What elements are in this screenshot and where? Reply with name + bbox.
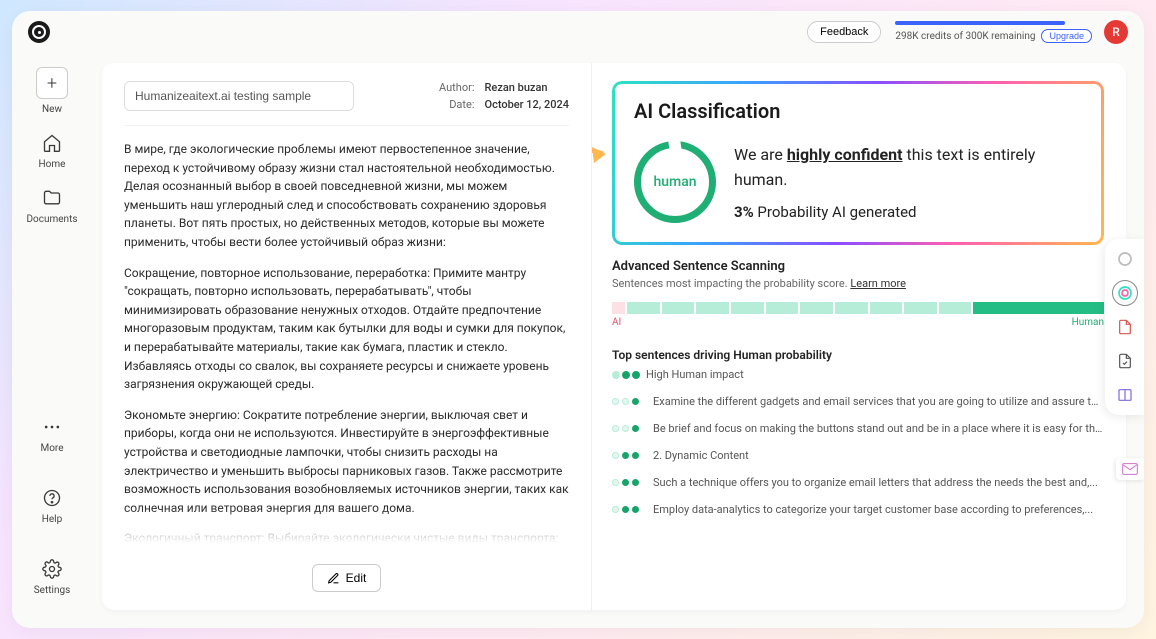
author-value: Rezan buzan xyxy=(485,81,548,94)
folder-icon xyxy=(42,188,62,208)
gear-icon xyxy=(42,559,62,579)
sidebar-item-label: Home xyxy=(39,159,66,170)
credits-block: 298K credits of 300K remaining Upgrade xyxy=(895,21,1092,43)
sidebar-item-label: Settings xyxy=(34,585,71,596)
classification-title: AI Classification xyxy=(634,99,1082,123)
sidebar: + New Home Documents More Help Settings xyxy=(12,53,92,628)
home-icon xyxy=(42,133,62,153)
dock-scan-icon[interactable] xyxy=(1115,283,1135,303)
sidebar-item-settings[interactable]: Settings xyxy=(20,559,84,596)
sidebar-item-documents[interactable]: Documents xyxy=(20,188,84,225)
sentence-heatbar xyxy=(612,302,1104,314)
date-label: Date: xyxy=(431,98,475,111)
app-window: Feedback 298K credits of 300K remaining … xyxy=(12,11,1144,628)
author-label: Author: xyxy=(431,81,475,94)
new-button[interactable]: + New xyxy=(20,67,84,115)
sidebar-item-label: More xyxy=(40,443,63,454)
dock-edit-icon[interactable] xyxy=(1115,351,1135,371)
document-header: Author: Rezan buzan Date: October 12, 20… xyxy=(124,81,569,126)
sentence-text: 2. Dynamic Content xyxy=(653,449,749,462)
probability-text: 3% Probability AI generated xyxy=(734,203,1082,221)
more-icon xyxy=(42,417,62,437)
paragraph: Экологичный транспорт: Выбирайте экологи… xyxy=(124,529,569,558)
paragraph: Сокращение, повторное использование, пер… xyxy=(124,264,569,394)
edit-button[interactable]: Edit xyxy=(312,564,382,592)
help-icon xyxy=(42,488,62,508)
sidebar-item-home[interactable]: Home xyxy=(20,133,84,170)
dock-document-icon[interactable] xyxy=(1115,317,1135,337)
sentence-text: Employ data-analytics to categorize your… xyxy=(653,503,1093,516)
sidebar-item-more[interactable]: More xyxy=(20,417,84,454)
document-body: В мире, где экологические проблемы имеют… xyxy=(124,140,569,558)
human-badge: human xyxy=(634,141,716,223)
mail-icon xyxy=(1122,463,1138,475)
mail-widget[interactable] xyxy=(1116,458,1144,480)
main-panel: Author: Rezan buzan Date: October 12, 20… xyxy=(102,63,1126,610)
sentence-row[interactable]: Employ data-analytics to categorize your… xyxy=(612,503,1104,516)
confidence-text: We are highly confident this text is ent… xyxy=(734,143,1082,193)
paragraph: В мире, где экологические проблемы имеют… xyxy=(124,140,569,252)
document-pane: Author: Rezan buzan Date: October 12, 20… xyxy=(102,63,592,610)
sentence-row[interactable]: 2. Dynamic Content xyxy=(612,449,1104,462)
date-value: October 12, 2024 xyxy=(485,98,570,111)
label-ai: AI xyxy=(612,317,621,328)
pencil-icon xyxy=(327,572,340,585)
driving-impact: High Human impact xyxy=(612,368,1104,381)
feedback-button[interactable]: Feedback xyxy=(807,21,881,43)
credits-text: 298K credits of 300K remaining xyxy=(895,31,1035,42)
sentence-text: Be brief and focus on making the buttons… xyxy=(653,422,1104,435)
analysis-pane: AI Classification human We are highly co… xyxy=(592,63,1126,610)
new-label: New xyxy=(42,104,62,115)
sentence-row[interactable]: Be brief and focus on making the buttons… xyxy=(612,422,1104,435)
sidebar-item-label: Documents xyxy=(26,214,77,225)
app-logo[interactable] xyxy=(28,21,50,43)
sidebar-item-label: Help xyxy=(42,514,62,525)
sentence-text: Such a technique offers you to organize … xyxy=(653,476,1098,489)
heat-labels: AI Human xyxy=(612,317,1104,328)
sentence-row[interactable]: Examine the different gadgets and email … xyxy=(612,395,1104,408)
credits-progress xyxy=(895,21,1065,25)
sentence-row[interactable]: Such a technique offers you to organize … xyxy=(612,476,1104,489)
tool-dock xyxy=(1105,239,1144,415)
scanning-subtitle: Sentences most impacting the probability… xyxy=(612,277,1104,290)
driving-title: Top sentences driving Human probability xyxy=(612,348,1104,362)
sidebar-item-help[interactable]: Help xyxy=(20,488,84,525)
edit-label: Edit xyxy=(346,571,367,585)
scanning-title: Advanced Sentence Scanning xyxy=(612,259,1104,274)
plus-icon: + xyxy=(36,67,68,99)
sentence-text: Examine the different gadgets and email … xyxy=(653,395,1104,408)
topbar: Feedback 298K credits of 300K remaining … xyxy=(12,11,1144,53)
learn-more-link[interactable]: Learn more xyxy=(850,277,906,290)
paragraph: Экономьте энергию: Сократите потребление… xyxy=(124,406,569,518)
document-meta: Author: Rezan buzan Date: October 12, 20… xyxy=(431,81,570,115)
label-human: Human xyxy=(1072,317,1104,328)
document-title-input[interactable] xyxy=(124,81,354,111)
classification-box: AI Classification human We are highly co… xyxy=(612,81,1104,245)
avatar[interactable]: R xyxy=(1104,20,1128,44)
dock-detect-icon[interactable] xyxy=(1115,249,1135,269)
dock-columns-icon[interactable] xyxy=(1115,385,1135,405)
upgrade-button[interactable]: Upgrade xyxy=(1041,29,1092,43)
